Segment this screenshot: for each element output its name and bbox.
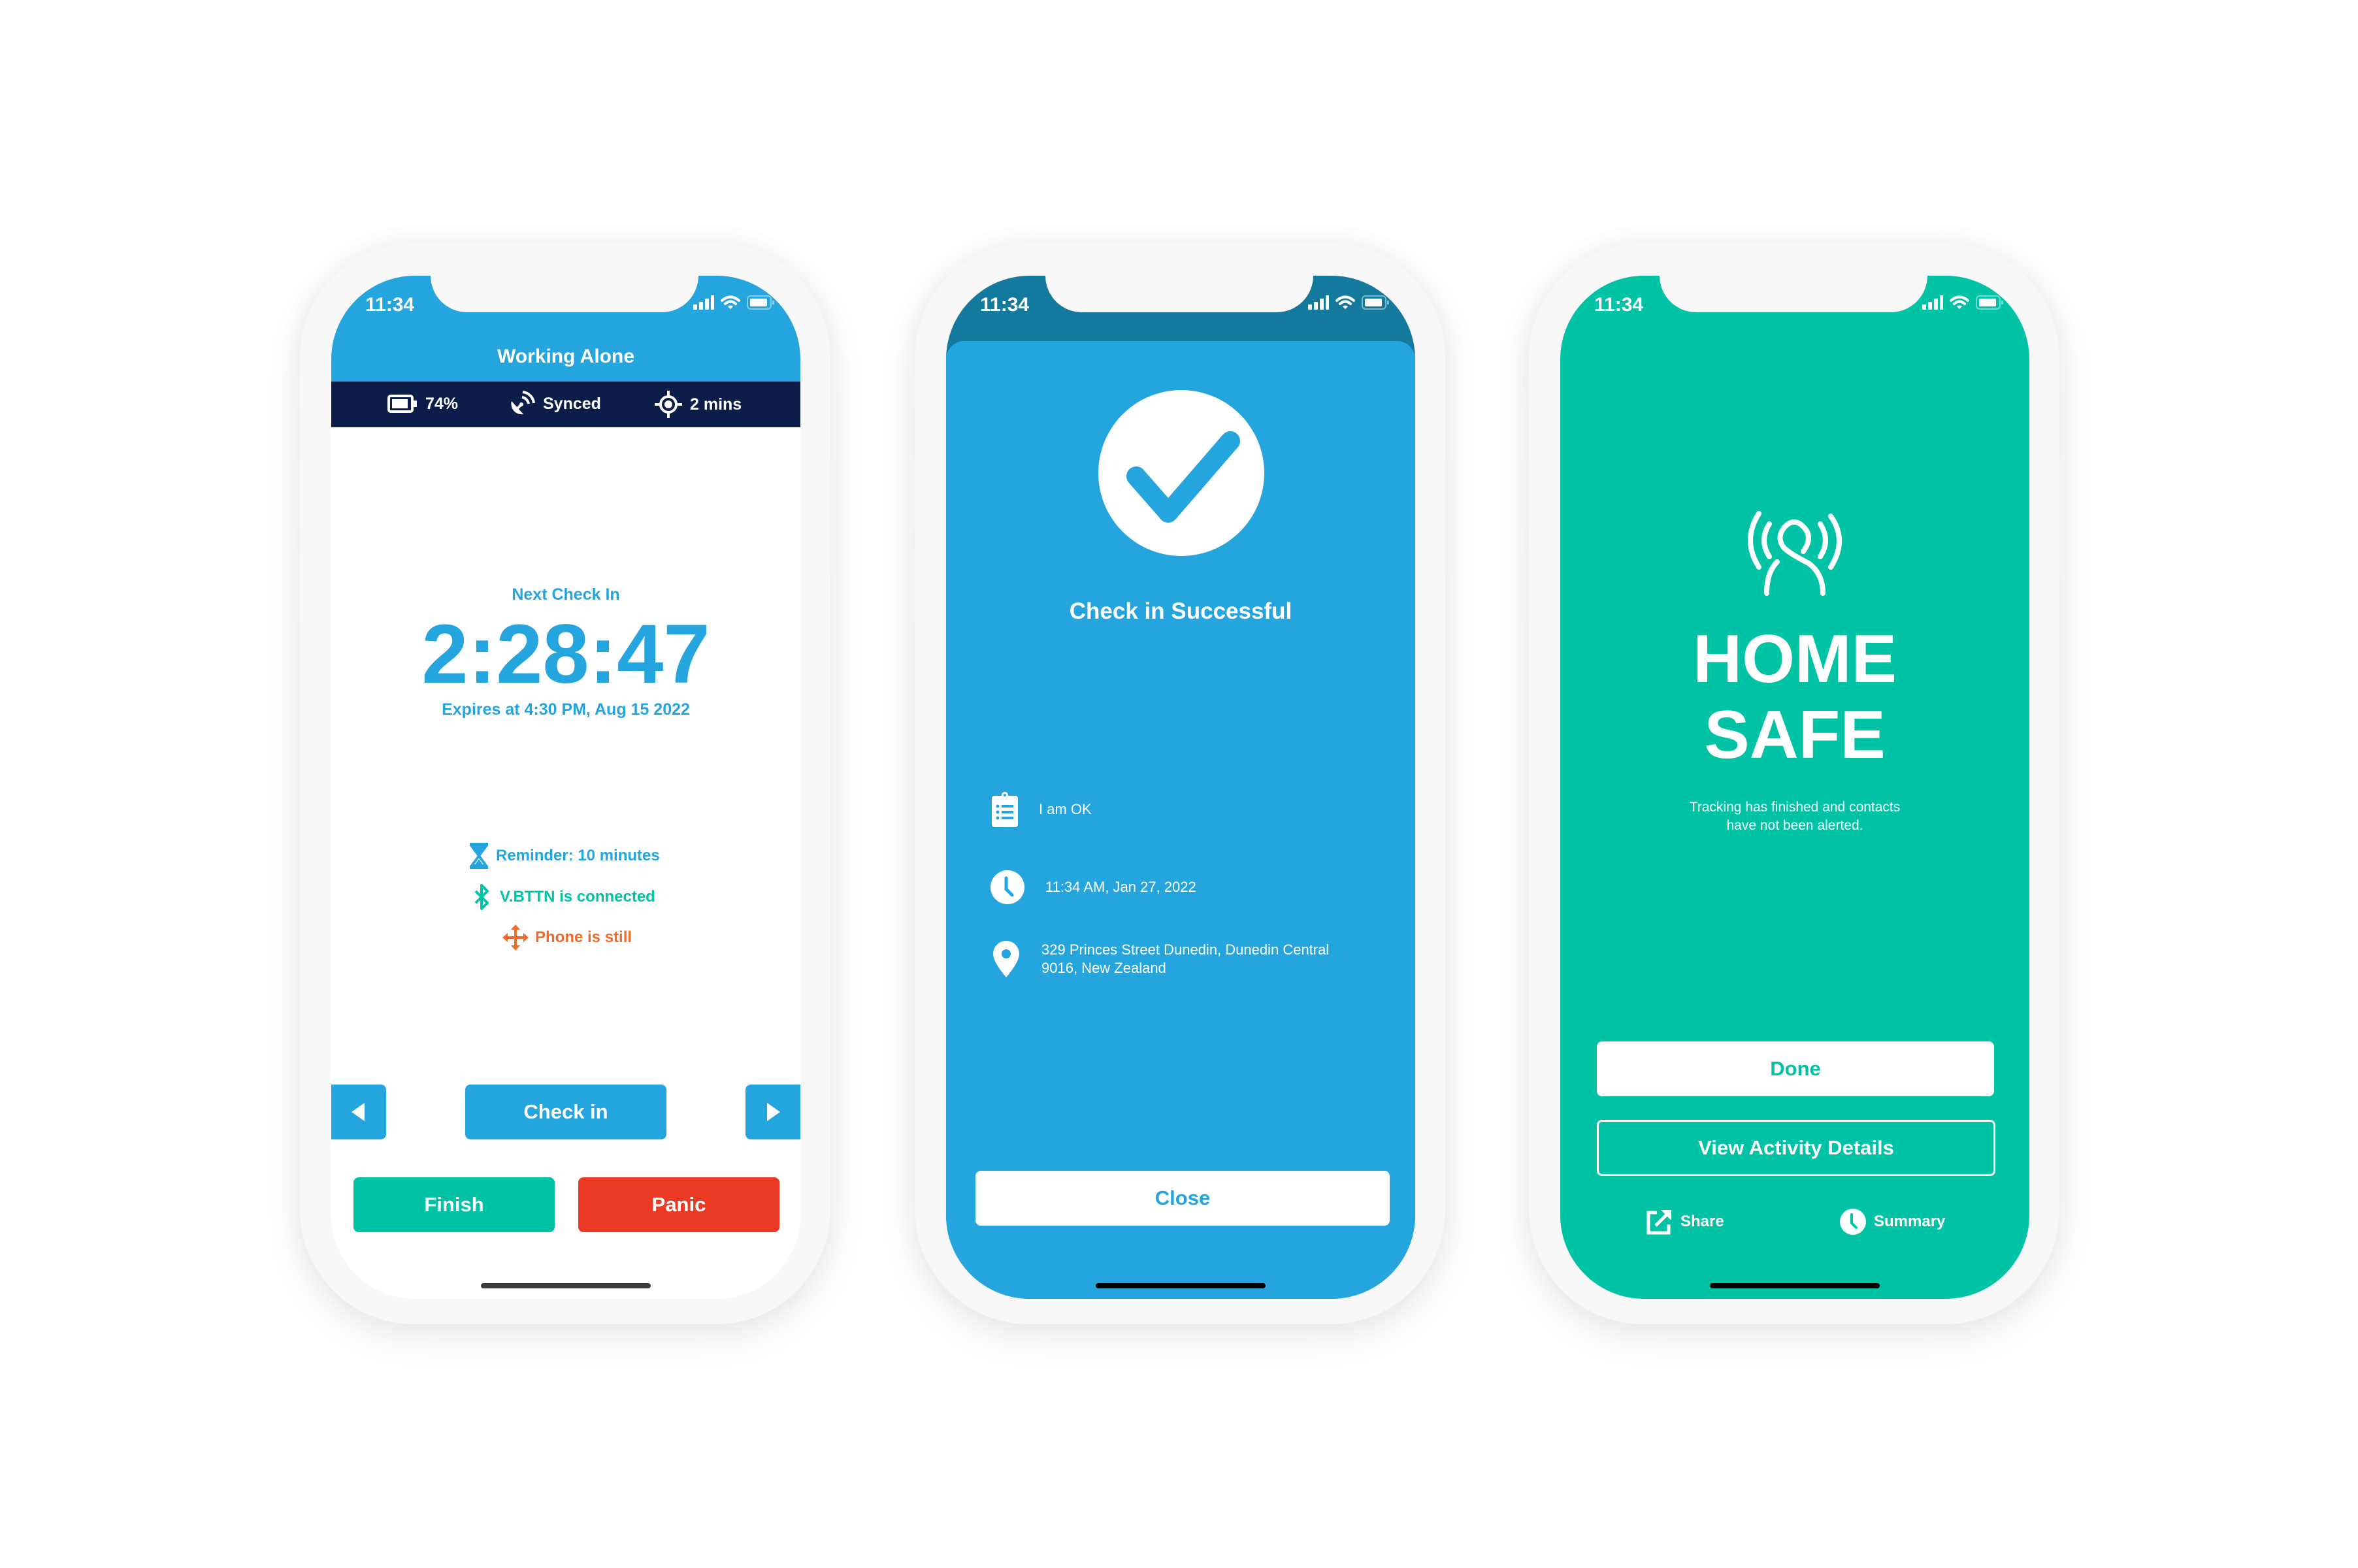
bluetooth-label: V.BTTN is connected [500, 888, 655, 906]
status-time: 11:34 [980, 294, 1030, 316]
home-indicator[interactable] [481, 1283, 651, 1288]
move-arrows-icon [502, 924, 529, 951]
power-button [1445, 459, 1452, 576]
screen: 11:34 Working Alone 74% Synced 2 mins Ne… [331, 276, 800, 1299]
status-icons [693, 295, 774, 310]
notch [1045, 276, 1313, 312]
next-check-label: Next Check In [512, 585, 620, 604]
clock-icon [1840, 1209, 1866, 1235]
address-line-1: 329 Princes Street Dunedin, Dunedin Cent… [1041, 941, 1330, 958]
address-line-2: 9016, New Zealand [1041, 960, 1166, 976]
volume-down-button [908, 550, 915, 622]
countdown-timer: 2:28:47 [421, 608, 710, 701]
share-external-icon [1646, 1210, 1671, 1235]
detail-row-message: I am OK [992, 792, 1092, 827]
volume-down-button [1522, 550, 1529, 622]
volume-up-button [293, 459, 300, 531]
detail-row-time: 11:34 AM, Jan 27, 2022 [991, 870, 1196, 904]
home-safe-title-line1: HOME [1693, 621, 1897, 697]
status-time: 11:34 [365, 294, 415, 316]
location-info: 2 mins [655, 391, 742, 418]
address-text: 329 Princes Street Dunedin, Dunedin Cent… [1041, 941, 1329, 977]
done-button[interactable]: Done [1597, 1041, 1994, 1096]
success-check-circle [1098, 390, 1264, 556]
subtitle-line-1: Tracking has finished and contacts [1689, 800, 1901, 815]
location-age: 2 mins [690, 395, 742, 414]
status-icons [1308, 295, 1389, 310]
motion-label: Phone is still [535, 928, 632, 946]
battery-status-icon [1362, 295, 1389, 310]
success-card: Check in Successful I am OK 11:34 AM, Ja… [946, 341, 1415, 1299]
wifi-icon [1335, 295, 1355, 309]
status-time: 11:34 [1594, 294, 1644, 316]
close-button[interactable]: Close [975, 1171, 1390, 1226]
signal-icon [693, 295, 714, 310]
success-title: Check in Successful [1069, 598, 1292, 624]
screen: 11:34 Check in Successful I am OK 11:34 … [946, 276, 1415, 1299]
hourglass-icon [470, 843, 488, 869]
volume-up-button [1522, 459, 1529, 531]
motion-status: Phone is still [502, 924, 632, 951]
bluetooth-status: V.BTTN is connected [474, 883, 655, 911]
screen: 11:34 HOME SAFE Tracking has finished an… [1560, 276, 2029, 1299]
home-indicator[interactable] [1710, 1283, 1880, 1288]
battery-icon [387, 395, 417, 413]
summary-label: Summary [1874, 1213, 1946, 1230]
phone-check-in-success: 11:34 Check in Successful I am OK 11:34 … [908, 243, 1452, 1324]
sync-status: Synced [543, 394, 601, 413]
home-safe-subtitle: Tracking has finished and contacts have … [1560, 798, 2029, 835]
bluetooth-icon [474, 884, 489, 910]
check-in-button[interactable]: Check in [465, 1085, 666, 1139]
share-label: Share [1680, 1213, 1724, 1230]
notch [431, 276, 698, 312]
finish-button[interactable]: Finish [353, 1177, 555, 1232]
info-bar: 74% Synced 2 mins [331, 382, 800, 427]
detail-row-address: 329 Princes Street Dunedin, Dunedin Cent… [993, 941, 1329, 977]
clock-icon [991, 870, 1024, 904]
side-button [908, 374, 915, 408]
clipboard-list-icon [992, 792, 1018, 827]
battery-status-icon [747, 295, 774, 310]
signal-icon [1922, 295, 1943, 310]
volume-up-button [908, 459, 915, 531]
panic-button[interactable]: Panic [578, 1177, 779, 1232]
battery-status-icon [1976, 295, 2003, 310]
phone-home-safe: 11:34 HOME SAFE Tracking has finished an… [1522, 243, 2066, 1324]
share-link[interactable]: Share [1646, 1209, 1724, 1235]
header-title: Working Alone [497, 346, 634, 367]
wifi-icon [721, 295, 740, 309]
location-target-icon [655, 391, 682, 418]
side-button [1522, 374, 1529, 408]
reminder-label: Reminder: 10 minutes [496, 847, 660, 864]
signal-icon [1308, 295, 1329, 310]
notch [1660, 276, 1927, 312]
power-button [830, 459, 837, 576]
triangle-right-icon [767, 1103, 780, 1121]
reminder-status: Reminder: 10 minutes [470, 843, 660, 869]
summary-link[interactable]: Summary [1840, 1209, 1945, 1235]
checkmark-icon [1126, 431, 1240, 523]
wifi-icon [1950, 295, 1969, 309]
side-button [293, 374, 300, 408]
checkin-time-text: 11:34 AM, Jan 27, 2022 [1045, 879, 1196, 895]
power-button [2059, 459, 2066, 576]
home-safe-title-line2: SAFE [1704, 697, 1886, 773]
expires-text: Expires at 4:30 PM, Aug 15 2022 [442, 700, 690, 719]
subtitle-line-2: have not been alerted. [1726, 818, 1863, 833]
status-icons [1922, 295, 2003, 310]
map-pin-icon [993, 941, 1019, 977]
previous-button[interactable] [331, 1085, 386, 1139]
satellite-dish-icon [511, 391, 535, 415]
view-activity-details-button[interactable]: View Activity Details [1597, 1120, 1995, 1176]
sync-info: Synced [509, 391, 601, 417]
person-broadcast-icon [1748, 511, 1842, 596]
home-indicator[interactable] [1096, 1283, 1266, 1288]
triangle-left-icon [352, 1103, 365, 1121]
battery-info: 74% [387, 393, 458, 414]
message-text: I am OK [1039, 801, 1092, 817]
next-button[interactable] [745, 1085, 800, 1139]
volume-down-button [293, 550, 300, 622]
phone-working-alone: 11:34 Working Alone 74% Synced 2 mins Ne… [293, 243, 837, 1324]
battery-percent: 74% [425, 394, 459, 413]
